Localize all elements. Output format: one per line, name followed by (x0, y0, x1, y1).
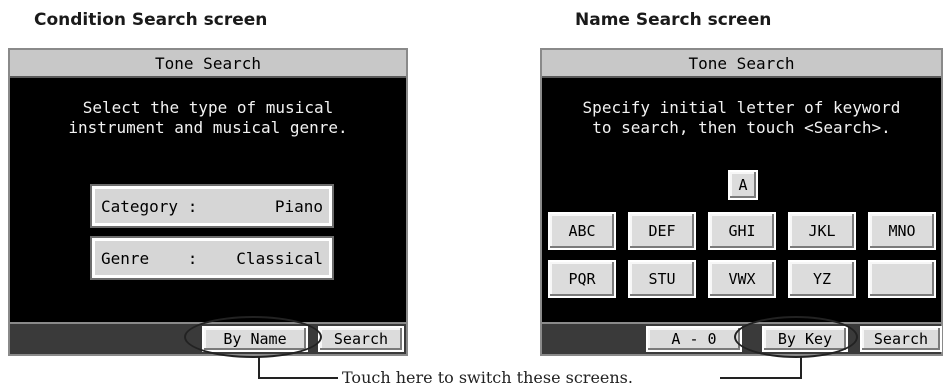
connector-left-vertical (258, 357, 260, 379)
screen-title: Tone Search (542, 50, 941, 78)
key-blank-button[interactable] (868, 260, 936, 298)
key-abc-button[interactable]: ABC (548, 212, 616, 250)
key-vwx-button[interactable]: VWX (708, 260, 776, 298)
category-button[interactable]: Category : Piano (90, 184, 334, 228)
key-jkl-button[interactable]: JKL (788, 212, 856, 250)
connector-right-horizontal (720, 377, 802, 379)
selected-letter-display: A (728, 170, 758, 200)
instruction-text: Select the type of musical instrument an… (68, 98, 348, 137)
name-search-screen: Tone Search Specify initial letter of ke… (540, 48, 943, 356)
genre-value: Classical (236, 248, 323, 268)
a-to-0-button[interactable]: A - 0 (646, 326, 742, 352)
key-pqr-button[interactable]: PQR (548, 260, 616, 298)
search-button[interactable]: Search (318, 326, 404, 352)
search-button[interactable]: Search (860, 326, 942, 352)
key-mno-button[interactable]: MNO (868, 212, 936, 250)
switch-screens-note: Touch here to switch these screens. (342, 368, 633, 387)
condition-search-screen: Tone Search Select the type of musical i… (8, 48, 408, 356)
genre-button[interactable]: Genre : Classical (90, 236, 334, 280)
category-label: Category : (101, 196, 198, 216)
key-def-button[interactable]: DEF (628, 212, 696, 250)
connector-right-vertical (800, 357, 802, 379)
by-name-highlight (184, 316, 322, 358)
instruction-text: Specify initial letter of keyword to sea… (582, 98, 901, 137)
category-value: Piano (274, 196, 323, 216)
screen-title: Tone Search (10, 50, 406, 78)
by-key-highlight (734, 316, 858, 358)
key-ghi-button[interactable]: GHI (708, 212, 776, 250)
connector-left-horizontal (258, 377, 338, 379)
key-stu-button[interactable]: STU (628, 260, 696, 298)
name-search-caption: Name Search screen (575, 10, 772, 30)
genre-label: Genre : (101, 248, 198, 268)
key-yz-button[interactable]: YZ (788, 260, 856, 298)
condition-search-caption: Condition Search screen (34, 10, 268, 30)
